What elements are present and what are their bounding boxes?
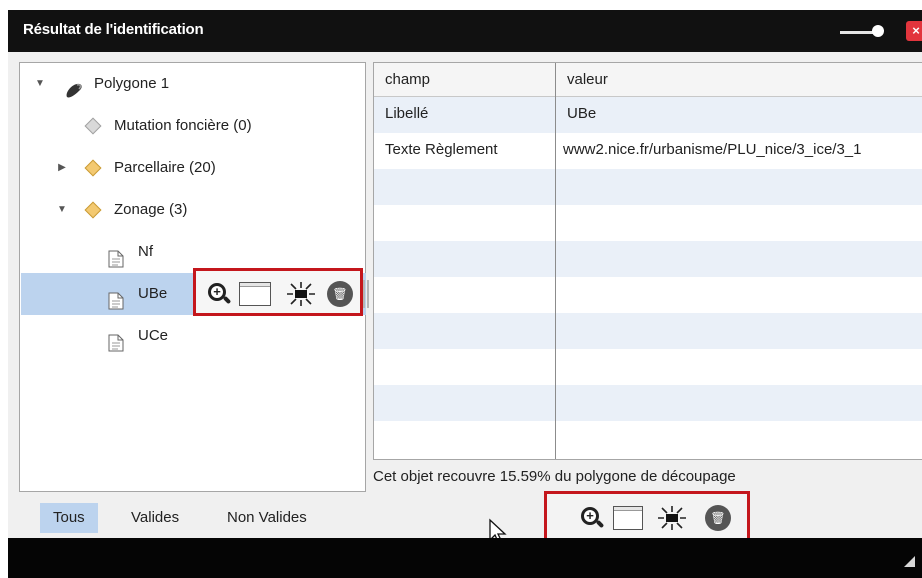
panel-splitter[interactable] [363,280,369,308]
document-icon [108,243,126,268]
highlight-icon[interactable] [286,281,315,307]
coverage-text: Cet objet recouvre 15.59% du polygone de… [373,468,736,485]
tab-tous[interactable]: Tous [40,503,98,533]
zoom-in-icon[interactable]: + [206,281,232,307]
tree-node-uce[interactable]: UCe [20,315,365,357]
attribute-grid: champ valeur Libellé UBe Texte Règlement… [373,62,922,460]
bottom-action-toolbar: + 🗑 [544,491,750,541]
table-row[interactable] [374,97,922,133]
polygon-icon [64,75,82,98]
table-row [374,169,922,205]
tree-node-label: Parcellaire (20) [114,159,216,176]
tree-node-parcellaire[interactable]: ▶ Parcellaire (20) [20,147,365,189]
cell-valeur: UBe [567,105,597,122]
trash-icon[interactable]: 🗑 [327,281,353,307]
collapse-arrow-icon[interactable]: ▼ [34,63,46,105]
tree-node-label: UCe [138,327,169,344]
collapse-arrow-icon[interactable]: ▼ [56,189,68,231]
cell-valeur: www2.nice.fr/urbanisme/PLU_nice/3_ice/3_… [563,141,862,158]
tree-node-nf[interactable]: Nf [20,231,365,273]
tab-non-valides[interactable]: Non Valides [214,503,320,533]
tab-valides[interactable]: Valides [118,503,192,533]
gold-diamond-icon [84,201,102,219]
cell-champ: Texte Règlement [385,141,498,158]
zoom-in-icon[interactable]: + [579,505,605,531]
table-row [374,421,922,457]
table-row [374,205,922,241]
grey-diamond-icon [84,117,102,135]
tree-node-mutation-fonciere[interactable]: Mutation foncière (0) [20,105,365,147]
identification-window: Résultat de l'identification × ▼ Polygon… [8,10,922,578]
table-row [374,349,922,385]
window-titlebar[interactable]: Résultat de l'identification × [8,10,922,52]
column-header-champ[interactable]: champ [385,71,430,88]
close-button[interactable]: × [906,21,922,41]
document-icon [108,285,126,310]
table-row [374,241,922,277]
highlight-icon[interactable] [657,505,686,531]
document-icon [108,327,126,352]
column-header-valeur[interactable]: valeur [567,71,608,88]
table-row [374,385,922,421]
gold-diamond-icon [84,159,102,177]
tree-node-zonage[interactable]: ▼ Zonage (3) [20,189,365,231]
tree-node-label: Mutation foncière (0) [114,117,252,134]
tree-node-polygone-1[interactable]: ▼ Polygone 1 [20,63,365,105]
expand-arrow-icon[interactable]: ▶ [56,147,68,189]
tree-node-label: Polygone 1 [94,75,170,92]
column-separator[interactable] [555,63,556,459]
table-row [374,313,922,349]
node-action-toolbar: + 🗑 [193,268,363,316]
tree-node-ube[interactable]: UBe [20,273,200,315]
window-footer [8,538,922,578]
tree-node-label: Zonage (3) [114,201,188,218]
grid-header: champ valeur [374,63,922,97]
tree-node-label: Nf [138,243,153,260]
window-icon[interactable] [613,506,643,530]
minimize-slider-icon[interactable] [840,25,884,37]
trash-icon[interactable]: 🗑 [705,505,731,531]
tree-node-label: UBe [138,285,168,302]
window-icon[interactable] [239,282,271,306]
resize-grip-icon[interactable] [904,556,915,567]
table-row [374,277,922,313]
cell-champ: Libellé [385,105,429,122]
window-title: Résultat de l'identification [23,21,204,38]
